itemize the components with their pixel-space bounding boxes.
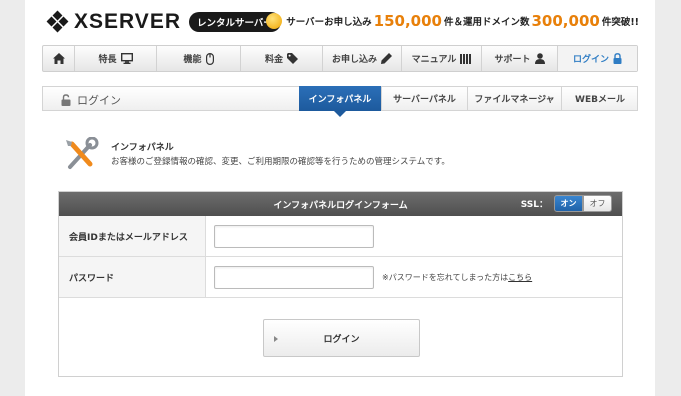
nav-support[interactable]: サポート (482, 46, 558, 71)
subnav-title: ログイン (61, 92, 121, 108)
id-row: 会員IDまたはメールアドレス (59, 216, 622, 257)
promo-num-orders: 150,000 (373, 12, 442, 30)
book-icon (460, 53, 472, 64)
member-id-input[interactable] (214, 225, 374, 248)
login-form: インフォパネルログインフォーム SSL： オン オフ 会員IDまたはメールアドレ… (58, 191, 623, 377)
lock-icon (61, 94, 71, 106)
info-description: お客様のご登録情報の確認、変更、ご利用期限の確認等を行うための管理システムです。 (111, 157, 450, 167)
ssl-off-button[interactable]: オフ (583, 195, 612, 212)
tab-infopanel-label: インフォパネル (308, 95, 372, 105)
forgot-password-link[interactable]: こちら (508, 273, 532, 282)
arrow-right-icon (274, 336, 278, 342)
nav-support-label: サポート (494, 55, 531, 65)
nav-features-label: 特長 (98, 55, 117, 65)
login-button[interactable]: ログイン (263, 319, 420, 357)
promo-prefix: サーバーお申し込み (286, 17, 372, 28)
ssl-label: SSL： (520, 200, 548, 210)
nav-pricing[interactable]: 料金 (241, 46, 323, 71)
nav-login-label: ログイン (572, 55, 609, 65)
password-input[interactable] (214, 266, 374, 289)
logo-text: XSERVER (74, 10, 181, 33)
home-icon (52, 53, 65, 64)
nav-manual-label: マニュアル (411, 55, 457, 65)
nav-signup[interactable]: お申し込み (323, 46, 402, 71)
login-button-label: ログイン (323, 334, 360, 345)
tab-filemanager[interactable]: ファイルマネージャ (467, 86, 561, 111)
xserver-logo[interactable]: XSERVER レンタルサーバー (46, 10, 281, 34)
promo-mid: 件＆運用ドメイン数 (443, 17, 530, 28)
password-row: パスワード ※パスワードを忘れてしまった方はこちら (59, 257, 622, 298)
nav-signup-label: お申し込み (331, 55, 377, 65)
person-icon (534, 53, 545, 64)
lock-icon (613, 53, 622, 64)
nav-pricing-label: 料金 (264, 55, 283, 65)
promo-num-domains: 300,000 (531, 12, 600, 30)
password-label: パスワード (59, 257, 206, 297)
id-label: 会員IDまたはメールアドレス (59, 216, 206, 256)
promo-suffix: 件突破!! (601, 17, 639, 28)
tab-serverpanel[interactable]: サーバーパネル (381, 86, 467, 111)
tools-icon (66, 137, 99, 169)
logo-mark-icon (46, 10, 69, 33)
tab-webmail[interactable]: WEBメール (561, 86, 638, 111)
mouse-icon (205, 52, 214, 65)
forgot-password-note: ※パスワードを忘れてしまった方はこちら (382, 272, 532, 283)
tab-filemanager-label: ファイルマネージャ (474, 95, 555, 105)
nav-manual[interactable]: マニュアル (402, 46, 482, 71)
forgot-password-text: ※パスワードを忘れてしまった方は (382, 273, 509, 282)
subnav-tabs: インフォパネル サーバーパネル ファイルマネージャ WEBメール (299, 86, 638, 117)
nav-home[interactable] (43, 46, 75, 71)
password-field-cell: ※パスワードを忘れてしまった方はこちら (206, 257, 622, 297)
sub-nav: ログイン インフォパネル サーバーパネル ファイルマネージャ WEBメール (42, 86, 638, 117)
info-title: インフォパネル (111, 143, 174, 153)
page: XSERVER レンタルサーバー サーバーお申し込み 150,000 件＆運用ド… (25, 0, 655, 396)
nav-functions-label: 機能 (183, 55, 202, 65)
id-field-cell (206, 216, 622, 256)
promo-banner: サーバーお申し込み 150,000 件＆運用ドメイン数 300,000 件突破!… (266, 12, 639, 30)
tab-serverpanel-label: サーバーパネル (393, 95, 456, 105)
tag-icon (287, 53, 298, 64)
subnav-title-label: ログイン (77, 94, 121, 107)
nav-functions[interactable]: 機能 (157, 46, 241, 71)
tab-webmail-label: WEBメール (575, 95, 625, 105)
global-nav: 特長 機能 料金 お申し込み マニュアル サポート ログイン (42, 45, 638, 72)
form-title: インフォパネルログインフォーム (273, 200, 408, 211)
monitor-icon (120, 53, 133, 64)
ssl-toggle: SSL： オン オフ (521, 195, 612, 212)
pencil-icon (381, 53, 392, 64)
form-header: インフォパネルログインフォーム SSL： オン オフ (59, 192, 622, 216)
ssl-on-button[interactable]: オン (554, 195, 583, 212)
nav-features[interactable]: 特長 (75, 46, 157, 71)
trophy-icon (266, 13, 283, 29)
nav-login[interactable]: ログイン (558, 46, 637, 71)
tab-infopanel[interactable]: インフォパネル (299, 86, 381, 117)
